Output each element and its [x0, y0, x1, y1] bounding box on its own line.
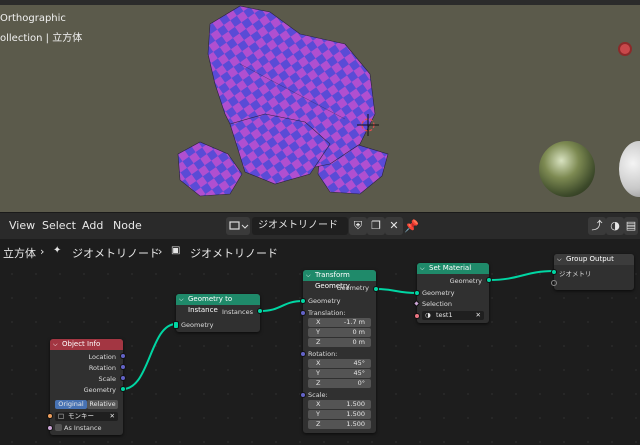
link-material-to-output — [488, 270, 555, 281]
geometry-input-label: Geometry — [181, 321, 214, 329]
output-scale-label: Scale — [98, 375, 117, 383]
output-location-label: Location — [88, 353, 117, 361]
object-info-title[interactable]: Object Info — [50, 339, 123, 350]
scale-z-field[interactable]: Z 1.500 — [308, 420, 371, 429]
transform-output-label: Geometry — [336, 284, 369, 292]
output-geometry-label: Geometry — [83, 386, 116, 394]
scale-socket[interactable] — [300, 392, 306, 398]
geometry-to-instance-title[interactable]: Geometry to Instance — [176, 294, 260, 314]
transform-geometry-title[interactable]: Transform Geometry — [303, 270, 376, 290]
link-object-to-instance — [122, 323, 177, 390]
translation-z-field[interactable]: Z0 m — [308, 338, 371, 347]
set-material-geometry-label: Geometry — [422, 289, 455, 297]
mesh-icon: □ — [58, 412, 65, 420]
group-output-title[interactable]: Group Output — [554, 254, 634, 265]
scale-label: Scale: — [308, 391, 328, 399]
transform-input-label: Geometry — [308, 297, 341, 305]
material-field-value: test1 — [436, 311, 453, 319]
as-instance-label: As Instance — [64, 424, 102, 432]
object-field-value: モンキー — [68, 412, 94, 420]
material-socket[interactable] — [414, 313, 420, 319]
rotation-label: Rotation: — [308, 350, 338, 358]
as-instance-socket[interactable] — [47, 425, 53, 431]
as-instance-checkbox[interactable] — [55, 424, 62, 431]
set-material-title[interactable]: Set Material — [417, 263, 489, 274]
object-input-socket[interactable] — [47, 413, 53, 419]
translation-label: Translation: — [308, 309, 346, 317]
set-material-node[interactable]: Set Material Geometry Geometry Selection… — [412, 263, 492, 323]
location-socket[interactable] — [120, 353, 126, 359]
scale-y-field[interactable]: Y 1.500 — [308, 410, 371, 419]
translation-x-field[interactable]: X -1.7 m — [308, 318, 371, 327]
link-instance-to-transform — [259, 300, 304, 312]
rotation-x-field[interactable]: X 45° — [308, 359, 371, 368]
object-info-node[interactable]: Object Info Location Rotation Scale Geom… — [47, 339, 126, 435]
clear-material-icon[interactable]: ✕ — [476, 311, 481, 320]
rotation-socket[interactable] — [120, 364, 126, 370]
instances-output-socket[interactable] — [257, 308, 263, 314]
rotation-y-field[interactable]: Y 45° — [308, 369, 371, 378]
translation-y-field[interactable]: Y0 m — [308, 328, 371, 337]
group-output-node[interactable]: Group Output ジオメトリ — [551, 254, 634, 290]
geometry-output-socket[interactable] — [120, 386, 126, 392]
rotation-z-field[interactable]: Z 0° — [308, 379, 371, 388]
transform-input-socket[interactable] — [300, 298, 306, 304]
group-output-empty-socket[interactable] — [551, 280, 557, 286]
scale-socket[interactable] — [120, 375, 126, 381]
scale-x-field[interactable]: X 1.500 — [308, 400, 371, 409]
set-material-output-label: Geometry — [449, 277, 482, 285]
set-material-geometry-socket[interactable] — [414, 290, 420, 296]
instances-output-label: Instances — [221, 308, 253, 316]
relative-mode-button[interactable]: Relative — [87, 400, 118, 409]
object-field[interactable]: □ モンキー ✕ — [55, 412, 118, 421]
transform-output-socket[interactable] — [373, 286, 379, 292]
material-sphere-icon: ◑ — [425, 311, 431, 319]
clear-object-icon[interactable]: ✕ — [110, 412, 115, 421]
transform-geometry-node[interactable]: Transform Geometry Geometry Geometry Tra… — [300, 270, 379, 433]
translation-socket[interactable] — [300, 310, 306, 316]
link-transform-to-material — [375, 288, 418, 294]
rotation-socket[interactable] — [300, 351, 306, 357]
geometry-to-instance-node[interactable]: Geometry to Instance Instances Geometry — [173, 294, 263, 332]
original-mode-button[interactable]: Original — [55, 400, 87, 409]
geometry-multi-input-socket[interactable] — [173, 321, 179, 329]
group-output-geometry-socket[interactable] — [551, 269, 557, 275]
output-rotation-label: Rotation — [88, 364, 116, 372]
set-material-output-socket[interactable] — [486, 277, 492, 283]
material-field[interactable]: ◑ test1 ✕ — [422, 311, 484, 320]
group-output-geometry-label: ジオメトリ — [559, 270, 592, 278]
selection-label: Selection — [422, 300, 452, 308]
